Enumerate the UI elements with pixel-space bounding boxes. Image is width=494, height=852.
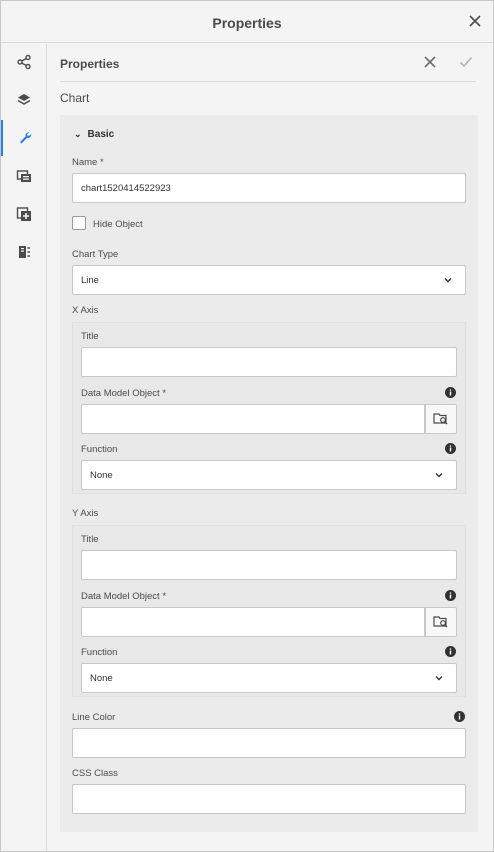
hide-object-checkbox[interactable] [72, 216, 86, 230]
name-field[interactable]: chart1520414522923 [72, 173, 466, 203]
share-icon[interactable] [1, 44, 47, 80]
layers-icon[interactable] [1, 82, 47, 118]
basic-group-header[interactable]: ⌄ Basic [74, 129, 114, 140]
y-axis-function-select[interactable]: None [81, 663, 457, 693]
side-rail [1, 44, 47, 851]
folder-search-icon [433, 616, 448, 628]
panel-header: Properties [60, 54, 476, 82]
y-axis-label: Y Axis [72, 508, 99, 519]
info-icon[interactable] [445, 443, 456, 454]
chevron-down-icon [444, 278, 452, 283]
x-axis-title-input[interactable] [81, 347, 457, 377]
object-type-label: Chart [60, 91, 90, 105]
layout-icon[interactable] [1, 234, 47, 270]
y-axis-title-label: Title [81, 534, 99, 545]
y-axis-title-input[interactable] [81, 550, 457, 580]
wrench-icon[interactable] [1, 120, 47, 156]
line-color-label: Line Color [72, 712, 116, 723]
x-axis-label: X Axis [72, 305, 99, 316]
folder-search-icon [433, 413, 448, 425]
close-icon[interactable] [467, 13, 483, 29]
apply-check-icon[interactable] [458, 54, 474, 70]
css-class-label: CSS Class [72, 768, 118, 779]
line-color-input[interactable] [72, 728, 466, 758]
info-icon[interactable] [454, 711, 465, 722]
y-axis-dmo-label: Data Model Object * [81, 591, 167, 602]
x-axis-function-label: Function [81, 444, 118, 455]
cancel-icon[interactable] [422, 54, 438, 70]
name-value: chart1520414522923 [81, 182, 171, 194]
data-icon[interactable] [1, 158, 47, 194]
x-axis-function-select[interactable]: None [81, 460, 457, 490]
y-axis-group: Title Data Model Object * Function None [72, 525, 466, 697]
chart-type-value: Line [81, 274, 99, 286]
add-object-icon[interactable] [1, 196, 47, 232]
hide-object-label: Hide Object [93, 219, 143, 230]
x-axis-function-value: None [90, 469, 113, 481]
x-axis-group: Title Data Model Object * Function None [72, 322, 466, 494]
chevron-down-icon [435, 676, 443, 681]
chart-type-label: Chart Type [72, 249, 119, 260]
info-icon[interactable] [445, 387, 456, 398]
name-label: Name * [72, 157, 104, 168]
css-class-input[interactable] [72, 784, 466, 814]
window-titlebar: Properties [1, 3, 493, 43]
chart-type-select[interactable]: Line [72, 265, 466, 295]
properties-panel: Properties Chart ⌄ Basic Name * chart1520… [48, 44, 493, 851]
y-axis-function-label: Function [81, 647, 118, 658]
basic-group: ⌄ Basic Name * chart1520414522923 Hide Ob… [60, 115, 478, 832]
window-title: Properties [212, 15, 282, 31]
x-axis-dmo-label: Data Model Object * [81, 388, 167, 399]
basic-group-title: Basic [87, 129, 115, 140]
x-axis-title-label: Title [81, 331, 99, 342]
y-axis-function-value: None [90, 672, 113, 684]
chevron-down-icon [435, 473, 443, 478]
x-axis-dmo-browse-button[interactable] [425, 404, 457, 434]
x-axis-dmo-input[interactable] [81, 404, 425, 434]
y-axis-dmo-input[interactable] [81, 607, 425, 637]
panel-title: Properties [60, 57, 120, 71]
y-axis-dmo-browse-button[interactable] [425, 607, 457, 637]
info-icon[interactable] [445, 646, 456, 657]
info-icon[interactable] [445, 590, 456, 601]
chevron-down-icon: ⌄ [74, 129, 82, 139]
